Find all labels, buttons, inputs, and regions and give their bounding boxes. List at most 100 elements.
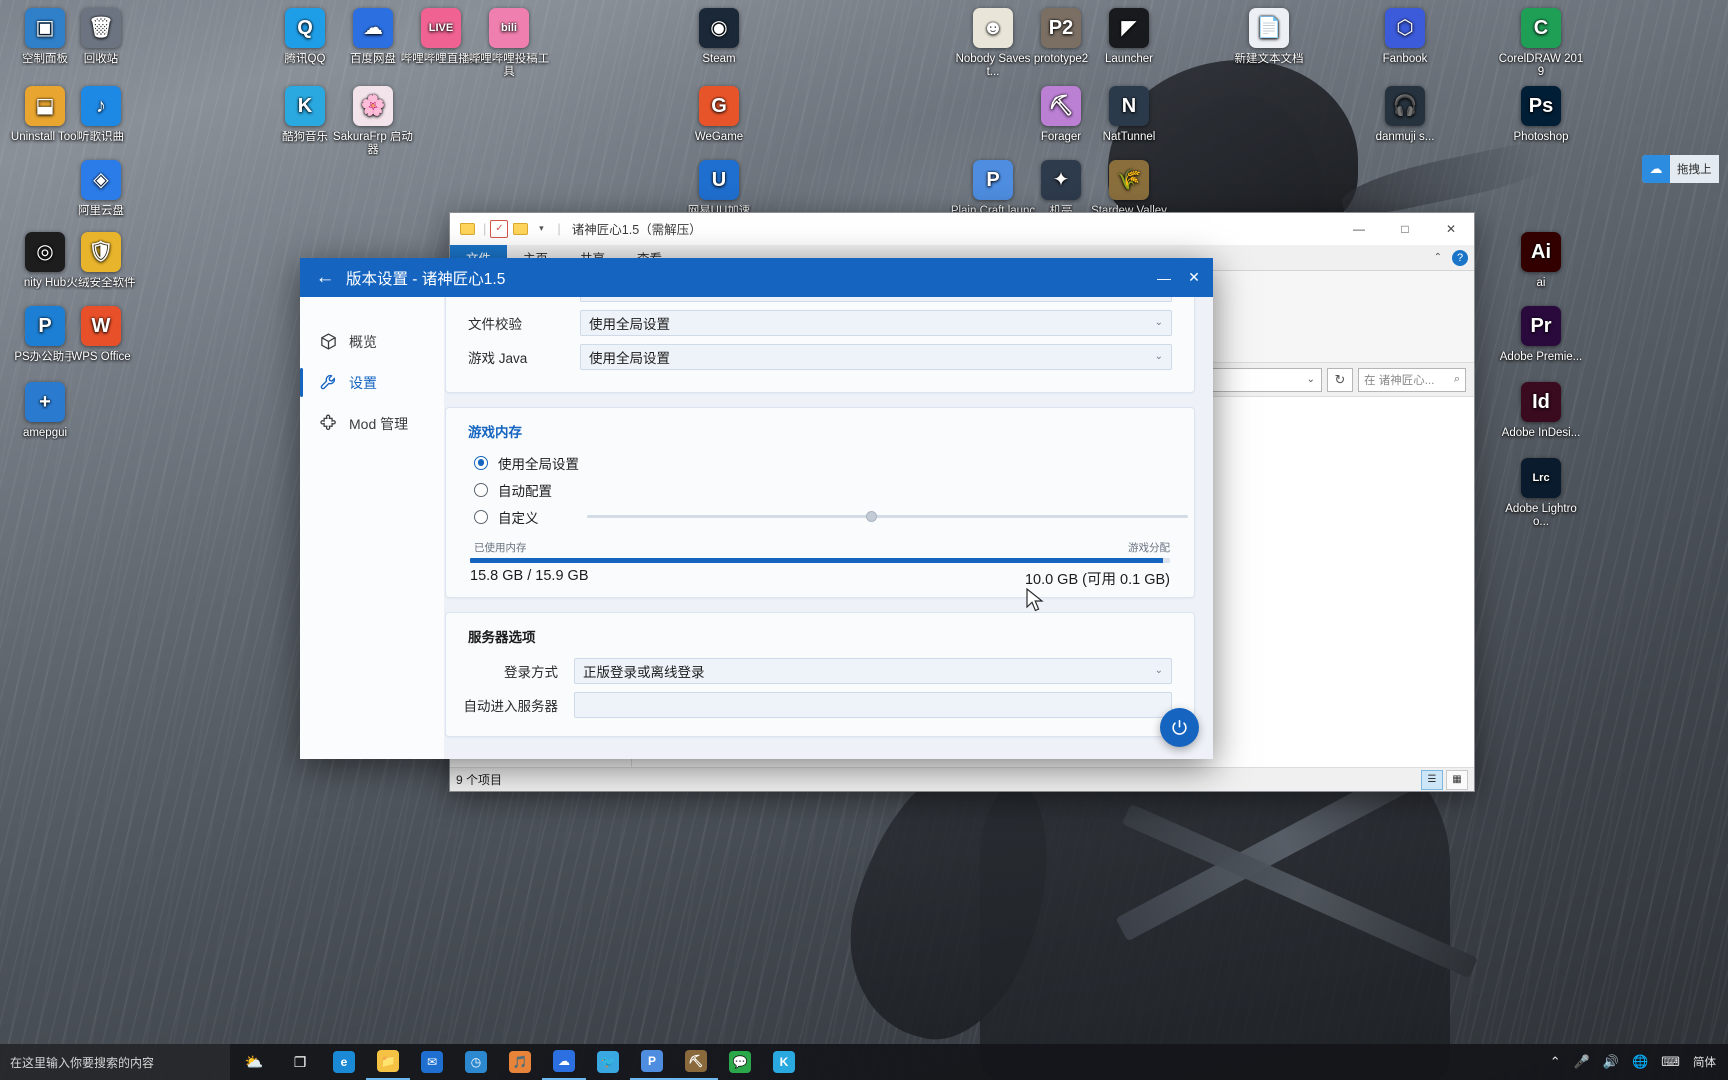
explorer-close-button[interactable]: ✕: [1428, 213, 1474, 245]
taskbar-app-minecraft[interactable]: ⛏: [674, 1044, 718, 1080]
row-version-isolation: 版本隔离 开启 ⌄: [468, 297, 1172, 305]
desktop-icon[interactable]: Ai ai: [1498, 232, 1584, 290]
back-arrow-icon[interactable]: ←: [312, 265, 338, 291]
taskbar-app-mail[interactable]: ✉: [410, 1044, 454, 1080]
sidebar-item-settings[interactable]: 设置: [300, 362, 444, 403]
dialog-settings-scroll-area[interactable]: 版本隔离 开启 ⌄ 文件校验 使用全局设置 ⌄: [445, 297, 1213, 759]
radio-global-settings[interactable]: [474, 455, 488, 470]
taskbar-search-input[interactable]: 在这里输入你要搜索的内容: [0, 1044, 230, 1080]
taskbar-app-bird-app[interactable]: 🐦: [586, 1044, 630, 1080]
desktop-icon[interactable]: 🗑 回收站: [58, 8, 144, 66]
dialog-window-controls[interactable]: — ✕: [1149, 258, 1209, 297]
dialog-title: 版本设置 - 诸神匠心1.5: [346, 270, 506, 288]
keyboard-icon[interactable]: ⌨: [1661, 1054, 1680, 1070]
properties-icon[interactable]: ✓: [490, 219, 509, 238]
details-view-icon[interactable]: ☰: [1421, 769, 1443, 790]
desktop-icon[interactable]: Pr Adobe Premie...: [1498, 306, 1584, 364]
collapse-ribbon-icon[interactable]: ⌃: [1434, 252, 1442, 263]
new-folder-icon[interactable]: [511, 220, 529, 238]
taskbar-app-music[interactable]: 🎵: [498, 1044, 542, 1080]
folder-icon[interactable]: [458, 220, 476, 238]
launch-game-button[interactable]: [1160, 708, 1199, 747]
desktop-icon[interactable]: bili 哔哩哔哩投稿工具: [466, 8, 552, 78]
large-icons-view-icon[interactable]: ▦: [1446, 769, 1468, 790]
taskbar-app-baidu-netdisk[interactable]: ☁: [542, 1044, 586, 1080]
memory-option-global[interactable]: 使用全局设置: [446, 449, 1194, 476]
desktop-icon[interactable]: ◤ Launcher: [1086, 8, 1172, 66]
dialog-minimize-button[interactable]: —: [1149, 258, 1179, 297]
refresh-button[interactable]: ↻: [1327, 367, 1353, 392]
dialog-sidebar[interactable]: 概览 设置 Mod 管理: [300, 297, 445, 759]
desktop-icon[interactable]: U 网易UU加速: [676, 160, 762, 218]
system-tray[interactable]: ⌃ 🎤 🔊 🌐 ⌨ 简体: [1550, 1054, 1728, 1070]
explorer-window-controls[interactable]: — □ ✕: [1336, 213, 1474, 245]
desktop-icon-label: Photoshop: [1513, 131, 1569, 143]
volume-icon[interactable]: 🔊: [1603, 1054, 1619, 1070]
customize-chevron-icon[interactable]: ▾: [532, 220, 550, 238]
desktop-icon-image: 🎧: [1385, 86, 1425, 126]
dialog-body: 概览 设置 Mod 管理 文件校验 使用全局设置 ⌄ 游戏 Java 使用全局设…: [300, 297, 1213, 759]
taskbar-app-clock[interactable]: ◷: [454, 1044, 498, 1080]
taskbar-app-buttons[interactable]: e 📁 ✉ ◷ 🎵 ☁ 🐦 P ⛏ 💬 K: [322, 1044, 806, 1080]
file-verification-select[interactable]: 使用全局设置 ⌄: [580, 309, 1172, 336]
taskbar[interactable]: 在这里输入你要搜索的内容 ⛅ ❐ e 📁 ✉ ◷ 🎵 ☁ 🐦 P ⛏ 💬 K ⌃ 🎤 🔊 🌐 ⌨ 简…: [0, 1044, 1728, 1080]
desktop-icon[interactable]: G WeGame: [676, 86, 762, 144]
login-method-select[interactable]: 正版登录或离线登录 ⌄: [574, 657, 1172, 684]
weather-icon[interactable]: ⛅: [230, 1044, 278, 1080]
desktop-icon[interactable]: W WPS Office: [58, 306, 144, 364]
taskbar-app-edge[interactable]: e: [322, 1044, 366, 1080]
radio-custom[interactable]: [474, 509, 488, 524]
desktop-icon[interactable]: ⬡ Fanbook: [1362, 8, 1448, 66]
memory-option-auto[interactable]: 自动配置: [446, 476, 1194, 503]
taskbar-app-file-explorer[interactable]: 📁: [366, 1044, 410, 1080]
desktop-icon[interactable]: Ps Photoshop: [1498, 86, 1584, 144]
auto-join-server-input[interactable]: [574, 691, 1172, 718]
radio-auto-config[interactable]: [474, 482, 488, 497]
desktop-icon[interactable]: ◉ Steam: [676, 8, 762, 66]
desktop-icon[interactable]: ♪ 听歌识曲: [58, 86, 144, 144]
dialog-title-bar[interactable]: ← 版本设置 - 诸神匠心1.5 — ✕: [300, 258, 1213, 297]
search-input[interactable]: 在 诸神匠心... ⌕: [1358, 367, 1466, 392]
microphone-icon[interactable]: 🎤: [1574, 1054, 1590, 1070]
desktop-icon[interactable]: ◈ 阿里云盘: [58, 160, 144, 218]
tray-overflow-icon[interactable]: ⌃: [1550, 1054, 1561, 1070]
desktop-icon[interactable]: Id Adobe InDesi...: [1498, 382, 1584, 440]
taskbar-app-wechat[interactable]: 💬: [718, 1044, 762, 1080]
explorer-minimize-button[interactable]: —: [1336, 213, 1382, 245]
desktop-icon[interactable]: + amepgui: [2, 382, 88, 440]
sidebar-item-overview[interactable]: 概览: [300, 321, 444, 362]
desktop-icon[interactable]: 🛡 火绒安全软件: [58, 232, 144, 290]
minecraft-icon: ⛏: [685, 1050, 707, 1072]
desktop-icon[interactable]: 🎧 danmuji s...: [1362, 86, 1448, 144]
explorer-view-buttons[interactable]: ☰ ▦: [1421, 769, 1468, 790]
desktop-icon[interactable]: C CorelDRAW 2019: [1498, 8, 1584, 78]
dialog-close-button[interactable]: ✕: [1179, 258, 1209, 297]
desktop-icon[interactable]: 🌸 SakuraFrp 启动器: [330, 86, 416, 156]
version-isolation-select[interactable]: 开启 ⌄: [580, 297, 1172, 302]
address-chevron-down-icon[interactable]: ⌄: [1307, 374, 1315, 385]
explorer-title-bar[interactable]: | ✓ ▾ | 诸神匠心1.5（需解压） — □ ✕: [450, 213, 1474, 245]
cloud-upload-widget[interactable]: ☁ 拖拽上: [1642, 155, 1719, 183]
memory-option-custom[interactable]: 自定义: [446, 503, 1194, 530]
memory-slider[interactable]: [586, 509, 1188, 525]
sidebar-item-mod-manager[interactable]: Mod 管理: [300, 403, 444, 444]
explorer-ribbon-right-controls[interactable]: ⌃ ?: [1434, 245, 1474, 270]
desktop-icon[interactable]: N NatTunnel: [1086, 86, 1172, 144]
ime-language-label[interactable]: 简体: [1693, 1054, 1716, 1070]
taskbar-app-kugou[interactable]: K: [762, 1044, 806, 1080]
desktop-icon[interactable]: Lrc Adobe Lightroo...: [1498, 458, 1584, 528]
game-java-select[interactable]: 使用全局设置 ⌄: [580, 343, 1172, 370]
version-settings-dialog[interactable]: ← 版本设置 - 诸神匠心1.5 — ✕ 概览 设置 Mod 管理 文件校验 使…: [300, 258, 1213, 759]
explorer-title: 诸神匠心1.5（需解压）: [571, 223, 702, 237]
desktop-icon[interactable]: 🌾 Stardew Valley: [1086, 160, 1172, 218]
taskbar-app-plain-craft-launcher[interactable]: P: [630, 1044, 674, 1080]
network-icon[interactable]: 🌐: [1632, 1054, 1648, 1070]
desktop[interactable]: ▣ 空制面板 🗑 回收站 Q 腾讯QQ ☁ 百度网盘 LIVE 哔哩哔哩直播姬 bili 哔哩哔哩投稿…: [0, 0, 1728, 1080]
task-view-icon[interactable]: ❐: [278, 1044, 322, 1080]
desktop-icon[interactable]: 📄 新建文本文档: [1226, 8, 1312, 66]
login-method-value: 正版登录或离线登录: [583, 664, 705, 680]
help-icon[interactable]: ?: [1452, 249, 1468, 266]
desktop-icon-image: W: [81, 306, 121, 346]
memory-slider-thumb[interactable]: [866, 511, 878, 522]
explorer-maximize-button[interactable]: □: [1382, 213, 1428, 245]
